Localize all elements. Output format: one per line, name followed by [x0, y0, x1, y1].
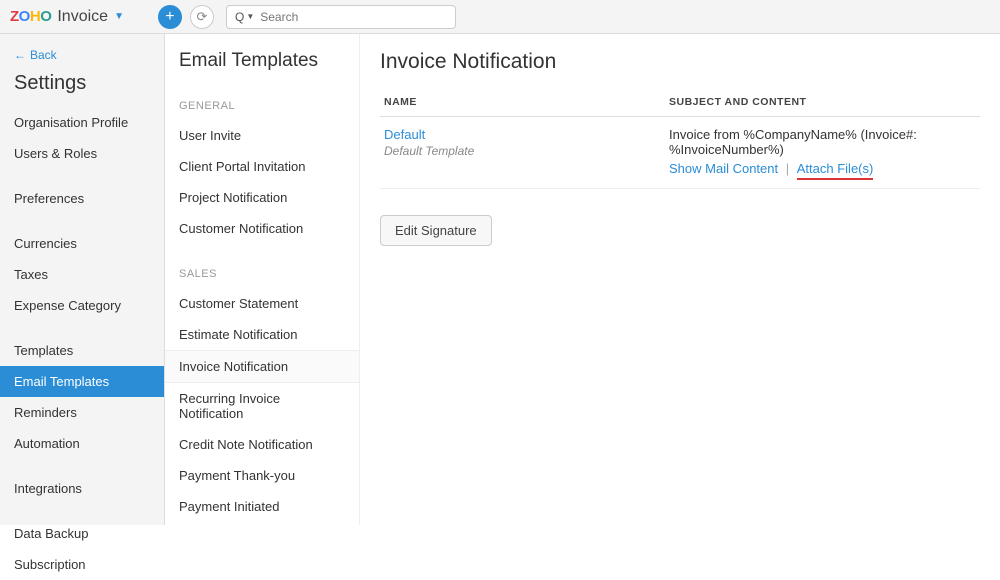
- search-scope-icon[interactable]: Q: [235, 10, 244, 24]
- edit-signature-button[interactable]: Edit Signature: [380, 215, 492, 246]
- sidebar-item-subscription[interactable]: Subscription: [0, 549, 164, 580]
- arrow-left-icon: ←: [14, 48, 26, 62]
- show-mail-content-link[interactable]: Show Mail Content: [669, 161, 778, 176]
- sidebar-item-preferences[interactable]: Preferences: [0, 183, 164, 214]
- product-caret-icon: ▼: [114, 11, 124, 22]
- template-user-invite[interactable]: User Invite: [165, 120, 359, 151]
- product-name: Invoice: [57, 8, 108, 26]
- template-client-portal-invitation[interactable]: Client Portal Invitation: [165, 151, 359, 182]
- cell-name: Default Default Template: [384, 127, 669, 176]
- attach-files-wrap: Attach File(s): [797, 161, 874, 176]
- sidebar-item-email-templates[interactable]: Email Templates: [0, 366, 164, 397]
- sidebar-item-integrations[interactable]: Integrations: [0, 473, 164, 504]
- main-content: Invoice Notification NAME SUBJECT AND CO…: [360, 34, 1000, 525]
- attach-underline-annotation: [797, 178, 874, 180]
- attach-files-link[interactable]: Attach File(s): [797, 161, 874, 176]
- email-templates-panel: Email Templates GENERAL User Invite Clie…: [165, 34, 360, 525]
- cell-subject: Invoice from %CompanyName% (Invoice#: %I…: [669, 127, 976, 176]
- sidebar-item-currencies[interactable]: Currencies: [0, 228, 164, 259]
- subject-text: Invoice from %CompanyName% (Invoice#: %I…: [669, 127, 976, 157]
- template-project-notification[interactable]: Project Notification: [165, 182, 359, 213]
- group-general-label: GENERAL: [165, 94, 359, 120]
- template-payment-initiated[interactable]: Payment Initiated: [165, 491, 359, 522]
- zoho-logo: ZOHO: [10, 8, 51, 25]
- sidebar-item-organisation-profile[interactable]: Organisation Profile: [0, 107, 164, 138]
- sidebar-item-reminders[interactable]: Reminders: [0, 397, 164, 428]
- sidebar-item-automation[interactable]: Automation: [0, 428, 164, 459]
- top-actions: + ⟳: [158, 5, 214, 29]
- template-payment-thank-you[interactable]: Payment Thank-you: [165, 460, 359, 491]
- sidebar-item-templates[interactable]: Templates: [0, 335, 164, 366]
- table-row: Default Default Template Invoice from %C…: [380, 117, 980, 189]
- back-link[interactable]: ← Back: [0, 48, 164, 70]
- template-customer-notification[interactable]: Customer Notification: [165, 213, 359, 244]
- brand[interactable]: ZOHO Invoice ▼: [10, 8, 124, 26]
- col-name-header: NAME: [384, 96, 669, 108]
- refresh-button[interactable]: ⟳: [190, 5, 214, 29]
- col-subject-header: SUBJECT AND CONTENT: [669, 96, 976, 108]
- subject-links: Show Mail Content | Attach File(s): [669, 161, 976, 176]
- add-button[interactable]: +: [158, 5, 182, 29]
- search-scope-caret-icon[interactable]: ▼: [246, 12, 254, 21]
- search-input[interactable]: [260, 10, 447, 24]
- template-invoice-notification[interactable]: Invoice Notification: [165, 350, 359, 383]
- template-name-link[interactable]: Default: [384, 127, 669, 142]
- template-subtext: Default Template: [384, 144, 669, 158]
- settings-sidebar: ← Back Settings Organisation Profile Use…: [0, 34, 165, 525]
- link-divider: |: [786, 161, 789, 176]
- back-label: Back: [30, 48, 57, 62]
- template-credit-note-notification[interactable]: Credit Note Notification: [165, 429, 359, 460]
- template-customer-statement[interactable]: Customer Statement: [165, 288, 359, 319]
- panel-title: Email Templates: [165, 50, 359, 94]
- sidebar-item-taxes[interactable]: Taxes: [0, 259, 164, 290]
- template-estimate-notification[interactable]: Estimate Notification: [165, 319, 359, 350]
- search-box[interactable]: Q ▼: [226, 5, 456, 29]
- table-header: NAME SUBJECT AND CONTENT: [380, 96, 980, 117]
- group-sales-label: SALES: [165, 262, 359, 288]
- sidebar-item-users-roles[interactable]: Users & Roles: [0, 138, 164, 169]
- page-title: Invoice Notification: [380, 50, 980, 74]
- settings-heading: Settings: [0, 70, 164, 107]
- topbar: ZOHO Invoice ▼ + ⟳ Q ▼: [0, 0, 1000, 34]
- sidebar-item-data-backup[interactable]: Data Backup: [0, 518, 164, 549]
- sidebar-item-expense-category[interactable]: Expense Category: [0, 290, 164, 321]
- template-recurring-invoice-notification[interactable]: Recurring Invoice Notification: [165, 383, 359, 429]
